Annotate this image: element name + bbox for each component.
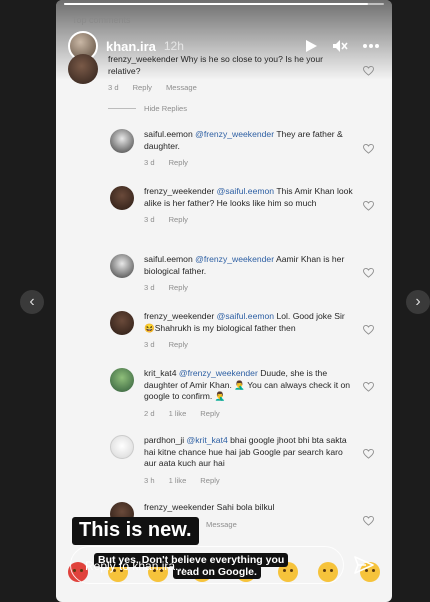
comment-text: krit_kat4 @frenzy_weekender Duude, she i…	[144, 368, 354, 403]
avatar[interactable]	[110, 435, 134, 459]
chevron-right-icon: ›	[415, 293, 421, 310]
section-label: Top comments	[72, 15, 131, 25]
reply-input[interactable]: Reply to khan.ira...	[70, 546, 344, 584]
like-heart-icon[interactable]	[363, 322, 374, 340]
reply-button[interactable]: Reply	[169, 158, 188, 167]
comment-item: krit_kat4 @frenzy_weekender Duude, she i…	[110, 368, 354, 418]
story-progress-bar	[64, 3, 384, 5]
comment-time: 3 d	[144, 158, 155, 167]
avatar[interactable]	[110, 254, 134, 278]
comment-likes[interactable]: 1 like	[169, 476, 187, 485]
comment-item: frenzy_weekender Why is he so close to y…	[68, 54, 328, 92]
send-icon[interactable]	[354, 555, 374, 580]
comment-username[interactable]: frenzy_weekender	[144, 311, 214, 321]
comment-likes[interactable]: 1 like	[169, 409, 187, 418]
like-heart-icon[interactable]	[363, 198, 374, 216]
like-heart-icon[interactable]	[363, 141, 374, 159]
divider	[108, 108, 136, 109]
reply-button[interactable]: Reply	[133, 83, 152, 92]
hide-replies-toggle[interactable]: Hide Replies	[108, 104, 187, 113]
previous-story-button[interactable]: ‹	[20, 290, 44, 314]
reply-placeholder: Reply to khan.ira...	[85, 559, 186, 573]
comment-mention[interactable]: @frenzy_weekender	[179, 368, 258, 378]
avatar[interactable]	[110, 368, 134, 392]
like-heart-icon[interactable]	[363, 379, 374, 397]
like-heart-icon[interactable]	[363, 63, 374, 81]
comment-mention[interactable]: @saiful.eemon	[217, 311, 274, 321]
comment-item: frenzy_weekender @saiful.eemon Lol. Good…	[110, 311, 354, 349]
comment-username[interactable]: saiful.eemon	[144, 129, 193, 139]
comment-time: 3 d	[144, 340, 155, 349]
reply-button[interactable]: Reply	[200, 476, 219, 485]
comment-username[interactable]: frenzy_weekender	[144, 186, 214, 196]
reply-button[interactable]: Reply	[169, 215, 188, 224]
next-story-button[interactable]: ›	[406, 290, 430, 314]
message-button[interactable]: Message	[206, 520, 237, 529]
reply-button[interactable]: Reply	[169, 283, 188, 292]
like-heart-icon[interactable]	[363, 446, 374, 464]
comment-text: pardhon_ji @krit_kat4 bhai google jhoot …	[144, 435, 354, 470]
comment-text: frenzy_weekender @saiful.eemon This Amir…	[144, 186, 354, 209]
comment-mention[interactable]: @saiful.eemon	[217, 186, 274, 196]
message-button[interactable]: Message	[166, 83, 197, 92]
comment-mention[interactable]: @krit_kat4	[187, 435, 228, 445]
comment-time: 2 d	[144, 408, 155, 418]
comment-text: frenzy_weekender @saiful.eemon Lol. Good…	[144, 311, 354, 334]
avatar[interactable]	[110, 311, 134, 335]
story-time: 12h	[163, 39, 184, 53]
comment-time: 3 d	[144, 215, 155, 224]
comment-username[interactable]: pardhon_ji	[144, 435, 184, 445]
comment-username[interactable]: frenzy_weekender	[144, 502, 214, 512]
avatar[interactable]	[68, 54, 98, 84]
comment-mention[interactable]: @frenzy_weekender	[195, 129, 274, 139]
like-heart-icon[interactable]	[363, 513, 374, 531]
comment-text: saiful.eemon @frenzy_weekender They are …	[144, 129, 354, 152]
reply-button[interactable]: Reply	[200, 409, 219, 418]
comment-time: 3 h	[144, 475, 155, 485]
chevron-left-icon: ‹	[29, 293, 35, 310]
more-options-icon[interactable]	[362, 43, 380, 49]
story-username[interactable]: khan.ira	[106, 39, 156, 54]
reply-button[interactable]: Reply	[169, 340, 188, 349]
story-viewer: Top comments khan.ira 12h frenzy_weekend…	[56, 0, 392, 602]
comment-text: frenzy_weekender Sahi bola bilkul	[144, 502, 274, 514]
comment-username[interactable]: krit_kat4	[144, 368, 176, 378]
comment-item: frenzy_weekender @saiful.eemon This Amir…	[110, 186, 354, 224]
like-heart-icon[interactable]	[363, 265, 374, 283]
comment-item: saiful.eemon @frenzy_weekender They are …	[110, 129, 354, 167]
avatar[interactable]	[110, 186, 134, 210]
comment-body: Sahi bola bilkul	[216, 502, 275, 512]
comment-mention[interactable]: @frenzy_weekender	[195, 254, 274, 264]
comment-item: pardhon_ji @krit_kat4 bhai google jhoot …	[110, 435, 354, 485]
story-caption-title: This is new.	[72, 517, 199, 545]
mute-icon[interactable]	[332, 39, 348, 53]
comment-username[interactable]: saiful.eemon	[144, 254, 193, 264]
comment-username[interactable]: frenzy_weekender	[108, 54, 178, 64]
avatar[interactable]	[110, 129, 134, 153]
play-icon[interactable]	[304, 39, 318, 53]
comment-item: saiful.eemon @frenzy_weekender Aamir Kha…	[110, 254, 354, 292]
story-progress-fill	[64, 3, 368, 5]
comment-time: 3 d	[144, 283, 155, 292]
hide-replies-label: Hide Replies	[144, 104, 188, 113]
comment-text: saiful.eemon @frenzy_weekender Aamir Kha…	[144, 254, 354, 277]
comment-text: frenzy_weekender Why is he so close to y…	[108, 54, 328, 77]
comment-time: 3 d	[108, 83, 119, 92]
